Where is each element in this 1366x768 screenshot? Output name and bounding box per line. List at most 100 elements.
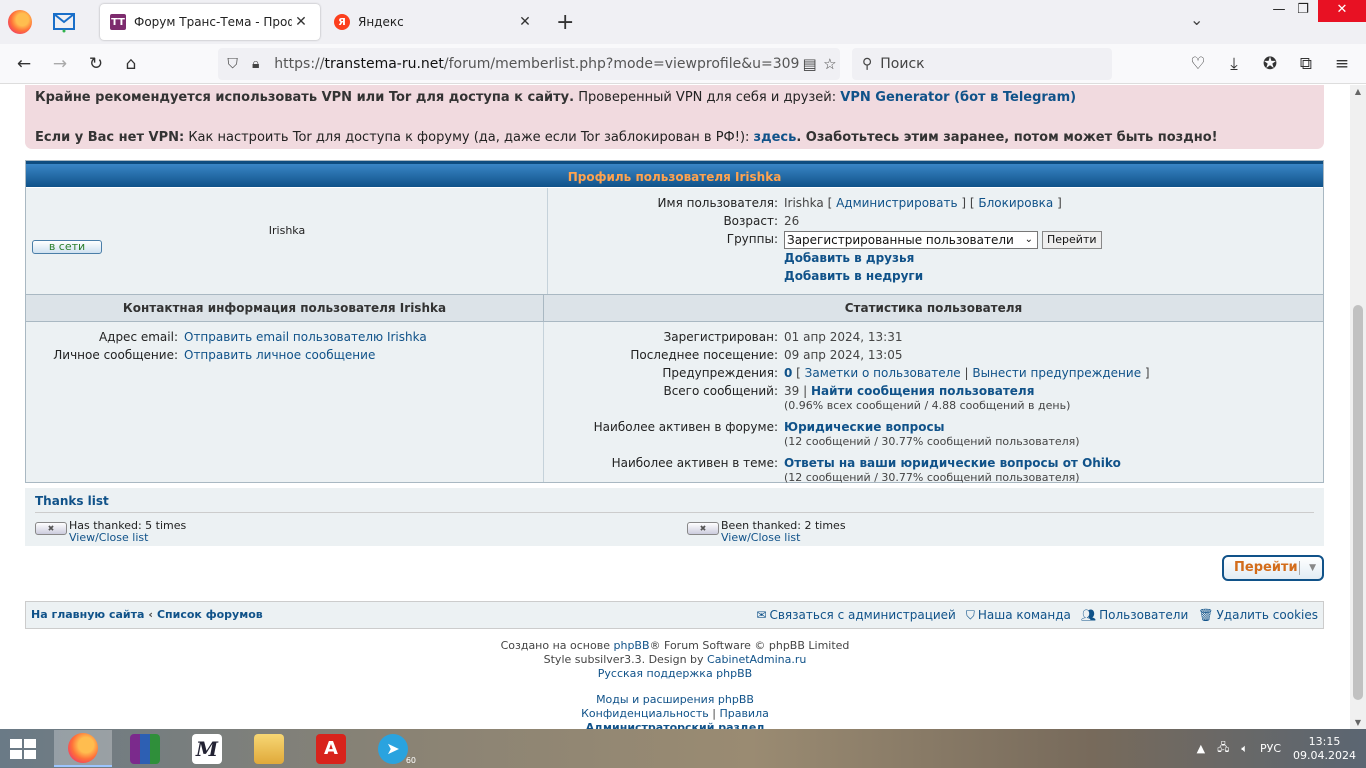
taskbar-acrobat[interactable]: A [302,730,360,767]
email-row: Адрес email: Отправить email пользовател… [26,328,543,346]
thanks-list: Thanks list ✖ Has thanked: 5 times View/… [25,488,1324,546]
toggle-close-icon[interactable]: ✖ [687,522,719,535]
puzzle-icon[interactable]: ⧉ [1294,52,1318,76]
user-notes-link[interactable]: Заметки о пользователе [805,366,961,380]
active-forum-label: Наиболее активен в форуме: [593,420,778,434]
close-tab-icon[interactable]: ✕ [292,14,310,30]
contact-admin-link[interactable]: ✉ Связаться с администрацией [756,602,955,628]
tab-forum[interactable]: ТТ Форум Транс-Тема - Профиль ✕ [100,4,320,40]
jump-to-button[interactable]: Перейти ▼ [1222,555,1324,581]
clock-date: 09.04.2024 [1293,748,1356,762]
taskbar-winrar[interactable] [116,730,174,767]
online-status-badge: в сети [32,240,102,254]
telegram-icon: ➤ 60 [378,733,416,765]
view-close-list-link[interactable]: View/Close list [69,531,148,544]
been-thanked-item: ✖ Been thanked: 2 times View/Close list [687,520,846,544]
remove-warning-link[interactable]: Вынести предупреждение [972,366,1141,380]
forward-arrow-icon[interactable]: → [48,52,72,76]
posts-row: Всего сообщений: 39 | Найти сообщения по… [544,382,1323,412]
copyright-line2-pre: Style subsilver3.3. Design by [543,653,708,666]
forum-favicon-icon: ТТ [110,14,126,30]
close-window-icon[interactable]: ✕ [1318,0,1366,22]
active-topic-link[interactable]: Ответы на ваши юридические вопросы от Oh… [784,456,1121,470]
add-friend-row: Добавить в друзья [548,249,1323,267]
active-forum-sub: (12 сообщений / 30.77% сообщений пользов… [784,435,1080,448]
add-foe-link[interactable]: Добавить в недруги [784,269,923,283]
toggle-close-icon[interactable]: ✖ [35,522,67,535]
contact-stats-row: Адрес email: Отправить email пользовател… [26,322,1323,484]
taskbar-telegram[interactable]: ➤ 60 [364,730,422,767]
phpbb-link[interactable]: phpBB [613,639,649,652]
page-scrollbar[interactable]: ▲ ▼ [1350,85,1366,729]
forum-index-link[interactable]: Список форумов [157,608,263,621]
list-all-tabs-chevron-icon[interactable]: ⌄ [1190,10,1203,29]
reload-icon[interactable]: ↻ [84,52,108,76]
warnings-label: Предупреждения: [662,366,778,380]
firefox-view-icon[interactable] [8,10,32,34]
lock-icon[interactable]: 🔒︎ [247,56,264,72]
scrollbar-thumb[interactable] [1353,305,1363,700]
home-icon[interactable]: ⌂ [119,52,143,76]
menu-hamburger-icon[interactable]: ≡ [1330,52,1354,76]
reader-view-icon[interactable]: ▤ [799,55,819,73]
russian-support-link[interactable]: Русская поддержка phpBB [598,667,752,680]
admin-panel-link[interactable]: Администраторский раздел [586,721,765,729]
view-close-list-link[interactable]: View/Close list [721,531,800,544]
vpn-generator-link[interactable]: VPN Generator (бот в Telegram) [840,90,1076,105]
clock-time: 13:15 [1308,734,1341,748]
tab-title: Яндекс [358,15,404,29]
profile-panel: Профиль пользователя Irishka Irishka в с… [25,160,1324,484]
send-pm-link[interactable]: Отправить личное сообщение [184,348,375,362]
language-indicator[interactable]: РУС [1260,742,1281,755]
pocket-icon[interactable]: ♡ [1186,52,1210,76]
taskbar-firefox[interactable] [54,730,112,767]
downloads-icon[interactable]: ⤓ [1222,52,1246,76]
mathcad-icon: M [192,733,222,764]
tor-guide-link[interactable]: здесь [754,130,797,145]
administrate-link[interactable]: Администрировать [836,196,957,210]
close-tab-icon[interactable]: ✕ [516,14,534,30]
mods-link[interactable]: Моды и расширения phpBB [596,693,754,706]
copyright-line1-post: ® Forum Software © phpBB Limited [649,639,850,652]
network-icon[interactable]: 🖧︎ [1217,739,1229,758]
active-topic-row: Наиболее активен в теме: Ответы на ваши … [544,454,1323,484]
active-forum-link[interactable]: Юридические вопросы [784,420,944,434]
team-link[interactable]: ⛉ Наша команда [966,602,1071,628]
search-input[interactable]: ⚲ Поиск [852,48,1112,80]
groups-go-button[interactable]: Перейти [1042,230,1102,249]
windows-start-icon[interactable] [10,739,38,759]
groups-select[interactable]: Зарегистрированные пользователи ⌄ [784,230,1038,249]
privacy-link[interactable]: Конфиденциальность [581,707,709,720]
ban-link[interactable]: Блокировка [978,196,1053,210]
members-link[interactable]: 👥︎ Пользователи [1081,602,1188,628]
tab-title: Форум Транс-Тема - Профиль [134,15,292,29]
terms-link[interactable]: Правила [719,707,768,720]
tab-yandex[interactable]: Я Яндекс ✕ [324,4,544,40]
has-thanked-item: ✖ Has thanked: 5 times View/Close list [35,520,186,544]
find-posts-link[interactable]: Найти сообщения пользователя [811,384,1034,398]
delete-cookies-link[interactable]: 🗑︎ Удалить cookies [1198,602,1318,628]
mail-icon[interactable] [52,11,76,33]
site-home-link[interactable]: На главную сайта [31,608,144,621]
bookmark-star-icon[interactable]: ☆ [820,55,840,73]
taskbar-explorer[interactable] [240,730,298,767]
address-bar[interactable]: ⛉ 🔒︎ https://transtema-ru.net/forum/memb… [218,48,840,80]
volume-icon[interactable]: 🔈︎ [1241,742,1248,756]
section-headers: Контактная информация пользователя Irish… [26,294,1323,322]
url-text[interactable]: https://transtema-ru.net/forum/memberlis… [274,56,799,72]
taskbar-mathcad[interactable]: M [178,730,236,767]
extensions-star-icon[interactable]: ✪ [1258,52,1282,76]
cabinetadmina-link[interactable]: CabinetAdmina.ru [707,653,806,666]
new-tab-plus-icon[interactable]: + [556,10,574,35]
active-forum-row: Наиболее активен в форуме: Юридические в… [544,418,1323,448]
scroll-up-icon[interactable]: ▲ [1350,87,1366,96]
back-arrow-icon[interactable]: ← [12,52,36,76]
add-friend-link[interactable]: Добавить в друзья [784,251,914,265]
tray-chevron-up-icon[interactable]: ▲ [1197,742,1205,755]
registered-label: Зарегистрирован: [663,330,778,344]
scroll-down-icon[interactable]: ▼ [1350,718,1366,727]
send-email-link[interactable]: Отправить email пользователю Irishka [184,330,427,344]
url-prefix: https:// [274,56,325,72]
shield-icon[interactable]: ⛉ [224,56,241,72]
clock[interactable]: 13:15 09.04.2024 [1293,735,1356,763]
